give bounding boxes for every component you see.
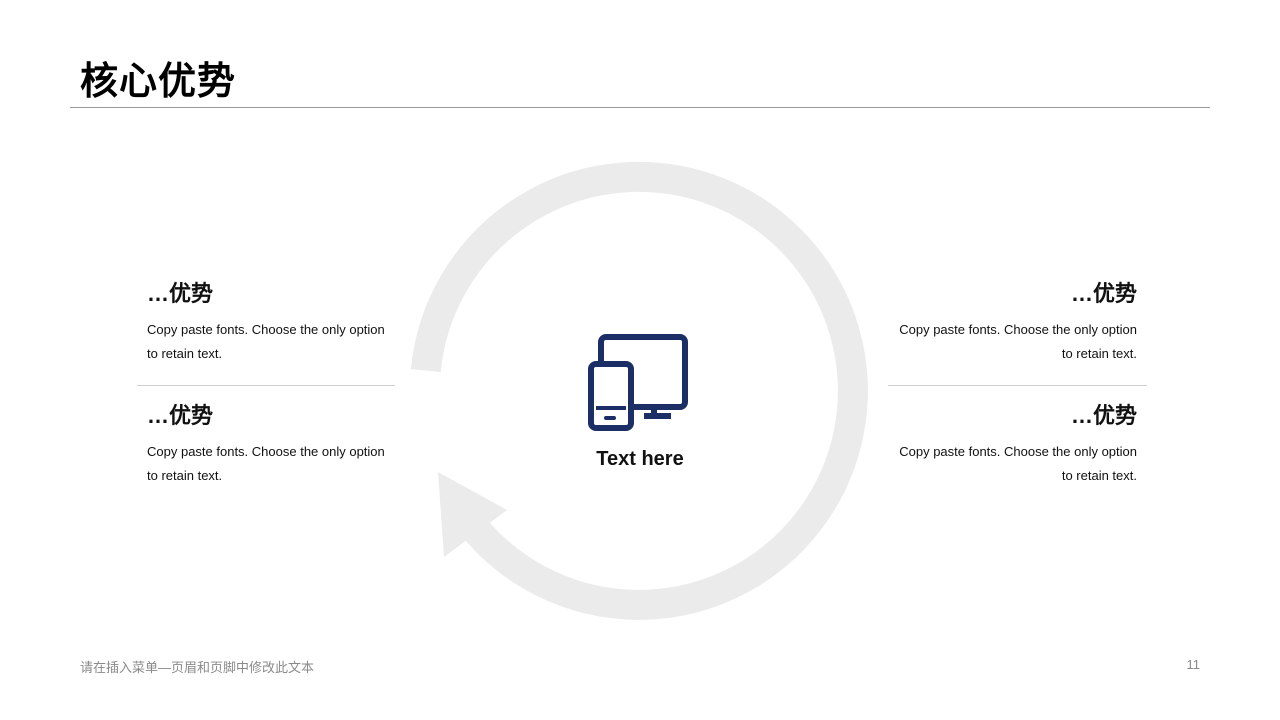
footer-text: 请在插入菜单—页眉和页脚中修改此文本	[80, 660, 315, 675]
page-number: 11	[1186, 657, 1201, 672]
advantage-block-top-left: …优势 Copy paste fonts. Choose the only op…	[147, 280, 387, 366]
advantage-heading: …优势	[1070, 281, 1137, 306]
advantage-heading: …优势	[147, 281, 214, 306]
advantage-block-bottom-left: …优势 Copy paste fonts. Choose the only op…	[147, 402, 387, 488]
advantage-heading: …优势	[147, 403, 214, 428]
right-divider	[888, 385, 1147, 386]
advantage-description: Copy paste fonts. Choose the only option…	[147, 322, 385, 361]
advantage-description: Copy paste fonts. Choose the only option…	[899, 322, 1137, 361]
advantage-description: Copy paste fonts. Choose the only option…	[899, 444, 1137, 483]
center-label: Text here	[596, 448, 684, 470]
advantage-block-bottom-right: …优势 Copy paste fonts. Choose the only op…	[897, 402, 1137, 488]
advantage-block-top-right: …优势 Copy paste fonts. Choose the only op…	[897, 280, 1137, 366]
devices-icon	[588, 334, 688, 431]
left-divider	[137, 385, 395, 386]
advantage-description: Copy paste fonts. Choose the only option…	[147, 444, 385, 483]
advantage-heading: …优势	[1070, 403, 1137, 428]
